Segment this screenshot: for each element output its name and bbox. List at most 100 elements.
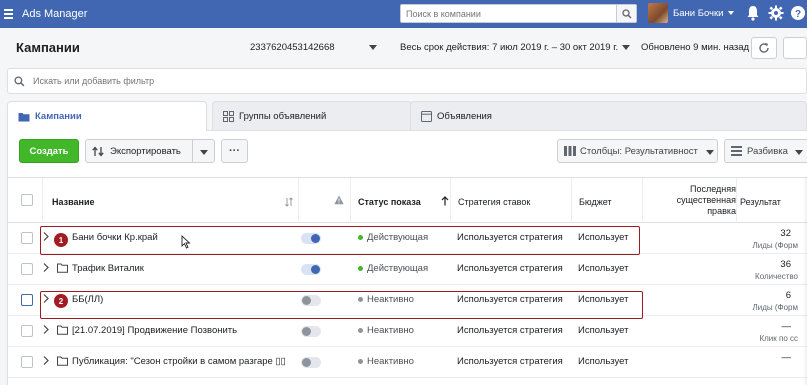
campaign-toggle[interactable]: [301, 295, 321, 306]
campaign-name[interactable]: Трафик Виталик: [72, 263, 144, 274]
status-dot: [358, 359, 363, 364]
export-dropdown-button[interactable]: [193, 139, 215, 163]
tab-ads[interactable]: Объявления: [410, 101, 807, 131]
folder-icon: [57, 325, 68, 335]
column-header-strategy[interactable]: Стратегия ставок: [458, 197, 530, 207]
app-title[interactable]: Ads Manager: [22, 8, 87, 20]
row-checkbox[interactable]: [21, 325, 33, 337]
chevron-right-icon[interactable]: [43, 263, 49, 272]
campaign-toggle[interactable]: [301, 233, 321, 244]
campaign-toggle[interactable]: [301, 264, 321, 275]
status-dot: [358, 266, 363, 271]
column-header-name[interactable]: Название: [52, 197, 94, 207]
hamburger-menu-icon[interactable]: [4, 7, 18, 21]
budget: Использует: [578, 263, 629, 274]
chevron-right-icon[interactable]: [43, 325, 49, 334]
tab-ad-sets[interactable]: Группы объявлений: [212, 101, 412, 131]
campaign-name[interactable]: Публикация: "Сезон стройки в самом разга…: [72, 356, 294, 367]
column-header-result[interactable]: Результат: [740, 197, 781, 207]
campaign-toggle[interactable]: [301, 357, 321, 368]
table-row[interactable]: Бани бочки Кр.край Действующая Используе…: [8, 223, 807, 254]
bid-strategy: Используется стратегия: [457, 325, 563, 336]
export-label: Экспортировать: [110, 145, 181, 157]
folder-icon: [18, 112, 30, 121]
breakdown-label: Разбивка: [747, 145, 788, 157]
result-type: Количество: [755, 272, 798, 281]
profile-menu[interactable]: Бани Бочки: [648, 3, 735, 23]
status-text: Действующая: [367, 232, 429, 243]
campaign-toggle[interactable]: [301, 326, 321, 337]
status-badge: Неактивно: [358, 325, 414, 336]
table-row[interactable]: [21.07.2019] Продвижение Позвонить Неакт…: [8, 316, 807, 347]
budget: Использует: [578, 294, 629, 305]
account-chevron-down-icon[interactable]: [369, 45, 377, 50]
arrow-up-icon[interactable]: [441, 196, 449, 206]
gear-icon[interactable]: [768, 5, 784, 21]
row-checkbox[interactable]: [21, 294, 33, 306]
column-header-status[interactable]: Статус показа: [358, 197, 421, 207]
help-icon[interactable]: ?: [790, 5, 806, 21]
row-checkbox[interactable]: [21, 232, 33, 244]
campaign-name[interactable]: [21.07.2019] Продвижение Позвонить: [72, 325, 237, 336]
search-icon: [621, 8, 631, 18]
table-header: Название Статус показа Стратегия ставок …: [8, 177, 807, 224]
tab-campaigns[interactable]: Кампании: [7, 101, 207, 131]
grid-icon: [223, 111, 234, 122]
company-search-input[interactable]: [401, 5, 616, 22]
chevron-right-icon[interactable]: [43, 232, 49, 241]
level-tabs: Кампании Группы объявлений Объявления: [7, 101, 807, 131]
column-header-budget[interactable]: Бюджет: [579, 197, 612, 207]
filter-bar: [7, 68, 807, 94]
annotation-number-2: 2: [54, 294, 68, 308]
select-all-checkbox[interactable]: [21, 194, 33, 206]
date-chevron-down-icon[interactable]: [622, 45, 630, 50]
chevron-down-icon: [795, 150, 803, 155]
tab-ad-sets-label: Группы объявлений: [239, 111, 327, 122]
result-value: 36: [780, 259, 791, 270]
date-range[interactable]: Весь срок действия: 7 июл 2019 г. – 30 о…: [400, 42, 618, 53]
chevron-right-icon[interactable]: [43, 356, 49, 365]
search-button[interactable]: [616, 5, 636, 22]
campaign-name[interactable]: ББ(ЛЛ): [72, 294, 103, 305]
row-checkbox[interactable]: [21, 356, 33, 368]
create-button[interactable]: Создать: [19, 139, 79, 163]
table-row[interactable]: Публикация: "Сезон стройки в самом разга…: [8, 347, 807, 378]
column-header-last-edit[interactable]: Последняя существенная правка: [648, 184, 736, 217]
chevron-down-icon: [728, 11, 735, 15]
refresh-button[interactable]: [751, 37, 777, 59]
status-badge: Действующая: [358, 263, 428, 274]
breakdown-dropdown[interactable]: Разбивка: [724, 139, 807, 163]
account-id[interactable]: 2337620453142668: [250, 42, 335, 53]
status-text: Неактивно: [367, 356, 414, 367]
tab-campaigns-label: Кампании: [35, 111, 82, 122]
header-more-button[interactable]: [783, 37, 807, 59]
chevron-right-icon[interactable]: [43, 294, 49, 303]
updated-text: Обновлено 9 мин. назад: [641, 42, 750, 53]
refresh-icon: [759, 43, 769, 53]
status-text: Неактивно: [367, 325, 414, 336]
filter-input[interactable]: [33, 76, 806, 86]
export-button[interactable]: Экспортировать: [85, 139, 193, 163]
avatar: [648, 3, 668, 23]
columns-dropdown[interactable]: Столбцы: Результативност: [557, 139, 718, 163]
campaign-name[interactable]: Бани бочки Кр.край: [72, 232, 158, 243]
columns-label: Столбцы: Результативност: [580, 145, 698, 157]
row-checkbox[interactable]: [21, 263, 33, 275]
status-text: Действующая: [367, 263, 429, 274]
result-value: —: [781, 321, 792, 332]
company-search: [400, 4, 637, 23]
annotation-number-1: 1: [54, 233, 68, 247]
export-icon: [92, 145, 104, 157]
table-row[interactable]: ББ(ЛЛ) Неактивно Используется стратегия …: [8, 285, 807, 316]
breakdown-icon: [731, 146, 742, 156]
status-text: Неактивно: [367, 294, 414, 305]
tab-ads-label: Объявления: [437, 111, 492, 122]
page-header: Кампании 2337620453142668 Весь срок дейс…: [0, 28, 807, 68]
table-row[interactable]: Трафик Виталик Действующая Используется …: [8, 254, 807, 285]
search-icon: [14, 75, 25, 86]
result-type: Лиды (Форм: [752, 303, 798, 312]
bell-icon[interactable]: [746, 5, 760, 21]
status-badge: Неактивно: [358, 294, 414, 305]
more-actions-button[interactable]: ···: [221, 139, 248, 163]
sort-icon[interactable]: [285, 197, 293, 207]
